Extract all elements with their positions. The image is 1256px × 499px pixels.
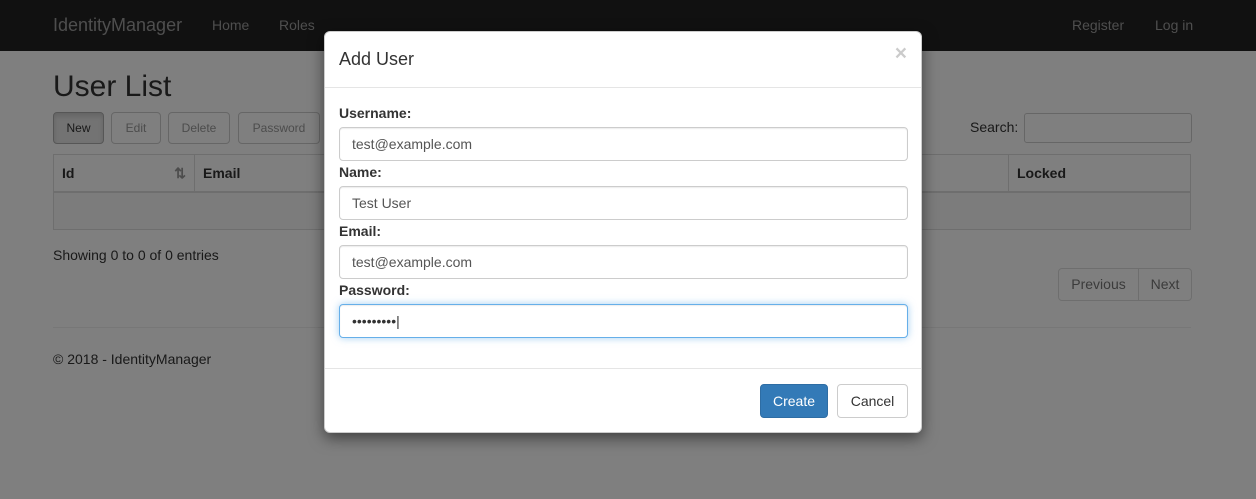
- password-field[interactable]: •••••••••|: [339, 304, 908, 338]
- username-field[interactable]: test@example.com: [339, 127, 908, 161]
- modal-footer: Create Cancel: [325, 368, 921, 432]
- modal-title: Add User: [339, 49, 415, 69]
- modal-header: Add User ×: [325, 32, 921, 88]
- username-label: Username:: [339, 105, 412, 121]
- password-label: Password:: [339, 282, 410, 298]
- email-label: Email:: [339, 223, 382, 239]
- email-field[interactable]: test@example.com: [339, 245, 908, 279]
- cancel-button[interactable]: Cancel: [837, 384, 908, 418]
- create-button[interactable]: Create: [760, 384, 828, 418]
- name-field[interactable]: Test User: [339, 186, 908, 220]
- name-label: Name:: [339, 164, 382, 180]
- close-icon[interactable]: ×: [895, 43, 907, 64]
- add-user-modal: Add User × Username: test@example.com Na…: [324, 31, 922, 433]
